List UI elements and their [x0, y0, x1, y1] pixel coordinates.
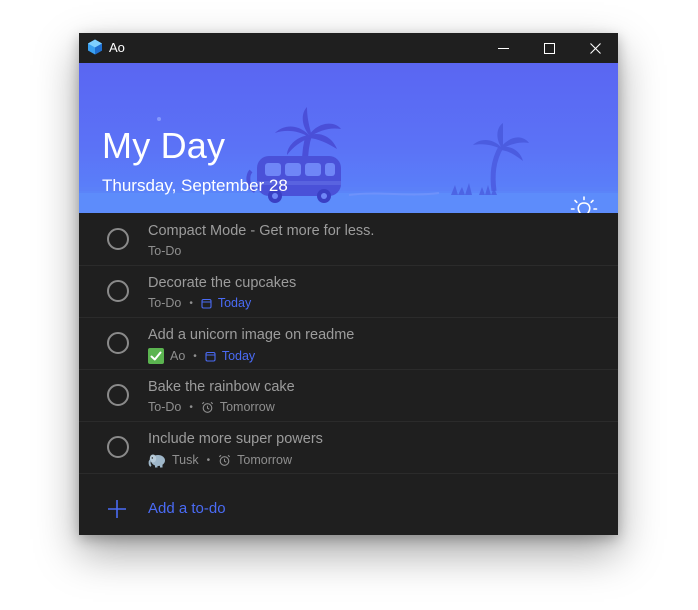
task-meta: To-Do • Today — [148, 295, 251, 311]
task-meta: To-Do — [148, 243, 181, 259]
task-row[interactable]: Decorate the cupcakes To-Do • Today — [79, 265, 618, 318]
minimize-icon — [497, 47, 509, 49]
task-meta: To-Do • Tomorrow — [148, 399, 275, 415]
elephant-icon — [148, 454, 165, 468]
check-mark-icon — [148, 348, 164, 364]
task-row[interactable]: Bake the rainbow cake To-Do • Tomorrow — [79, 369, 618, 422]
maximize-button[interactable] — [526, 33, 572, 63]
app-logo-icon — [88, 39, 102, 55]
alarm-clock-icon — [201, 401, 213, 413]
maximize-icon — [543, 42, 555, 54]
close-button[interactable] — [572, 33, 618, 63]
calendar-icon — [205, 351, 216, 362]
complete-checkbox[interactable] — [107, 384, 129, 406]
reminder-date: Tomorrow — [219, 400, 275, 414]
task-meta: Tusk • Tomorrow — [148, 452, 292, 468]
task-row[interactable]: Compact Mode - Get more for less. To-Do — [79, 213, 618, 266]
my-day-header: My Day Thursday, September 28 — [79, 63, 618, 213]
task-list-name: Ao — [170, 349, 186, 363]
separator-dot: • — [189, 297, 193, 309]
task-title: Include more super powers — [148, 431, 323, 447]
app-window: Ao My Day Thursday, September 28 Compact… — [79, 33, 618, 535]
separator-dot: • — [193, 350, 197, 362]
close-icon — [589, 42, 601, 54]
complete-checkbox[interactable] — [107, 228, 129, 250]
lightbulb-suggestions-icon[interactable] — [569, 194, 599, 213]
task-title: Add a unicorn image on readme — [148, 327, 355, 343]
task-title: Bake the rainbow cake — [148, 379, 295, 395]
task-list-name: To-Do — [148, 244, 182, 258]
complete-checkbox[interactable] — [107, 436, 129, 458]
due-date: Today — [217, 296, 252, 310]
reminder-date: Tomorrow — [237, 453, 293, 467]
complete-checkbox[interactable] — [107, 332, 129, 354]
add-todo-label[interactable]: Add a to-do — [148, 500, 226, 517]
separator-dot: • — [206, 454, 211, 466]
minimize-button[interactable] — [480, 33, 526, 63]
due-date: Today — [221, 349, 256, 363]
task-list-name: To-Do — [148, 400, 182, 414]
current-date: Thursday, September 28 — [102, 176, 288, 195]
complete-checkbox[interactable] — [107, 280, 129, 302]
task-row[interactable]: Add a unicorn image on readme Ao • Today — [79, 317, 618, 370]
task-list-name: Tusk — [172, 453, 199, 467]
task-row[interactable]: Include more super powers Tusk • Tomorro… — [79, 421, 618, 474]
title-bar[interactable]: Ao — [79, 33, 618, 63]
task-list-name: To-Do — [148, 296, 182, 310]
page-title: My Day — [102, 125, 226, 166]
calendar-icon — [201, 298, 212, 309]
alarm-clock-icon — [219, 454, 231, 466]
add-todo-row[interactable]: Add a to-do — [79, 491, 618, 527]
plus-icon — [108, 500, 126, 518]
task-meta: Ao • Today — [148, 348, 255, 364]
task-title: Decorate the cupcakes — [148, 275, 297, 291]
separator-dot: • — [189, 401, 193, 413]
task-title: Compact Mode - Get more for less. — [148, 223, 375, 239]
window-title: Ao — [109, 40, 125, 55]
